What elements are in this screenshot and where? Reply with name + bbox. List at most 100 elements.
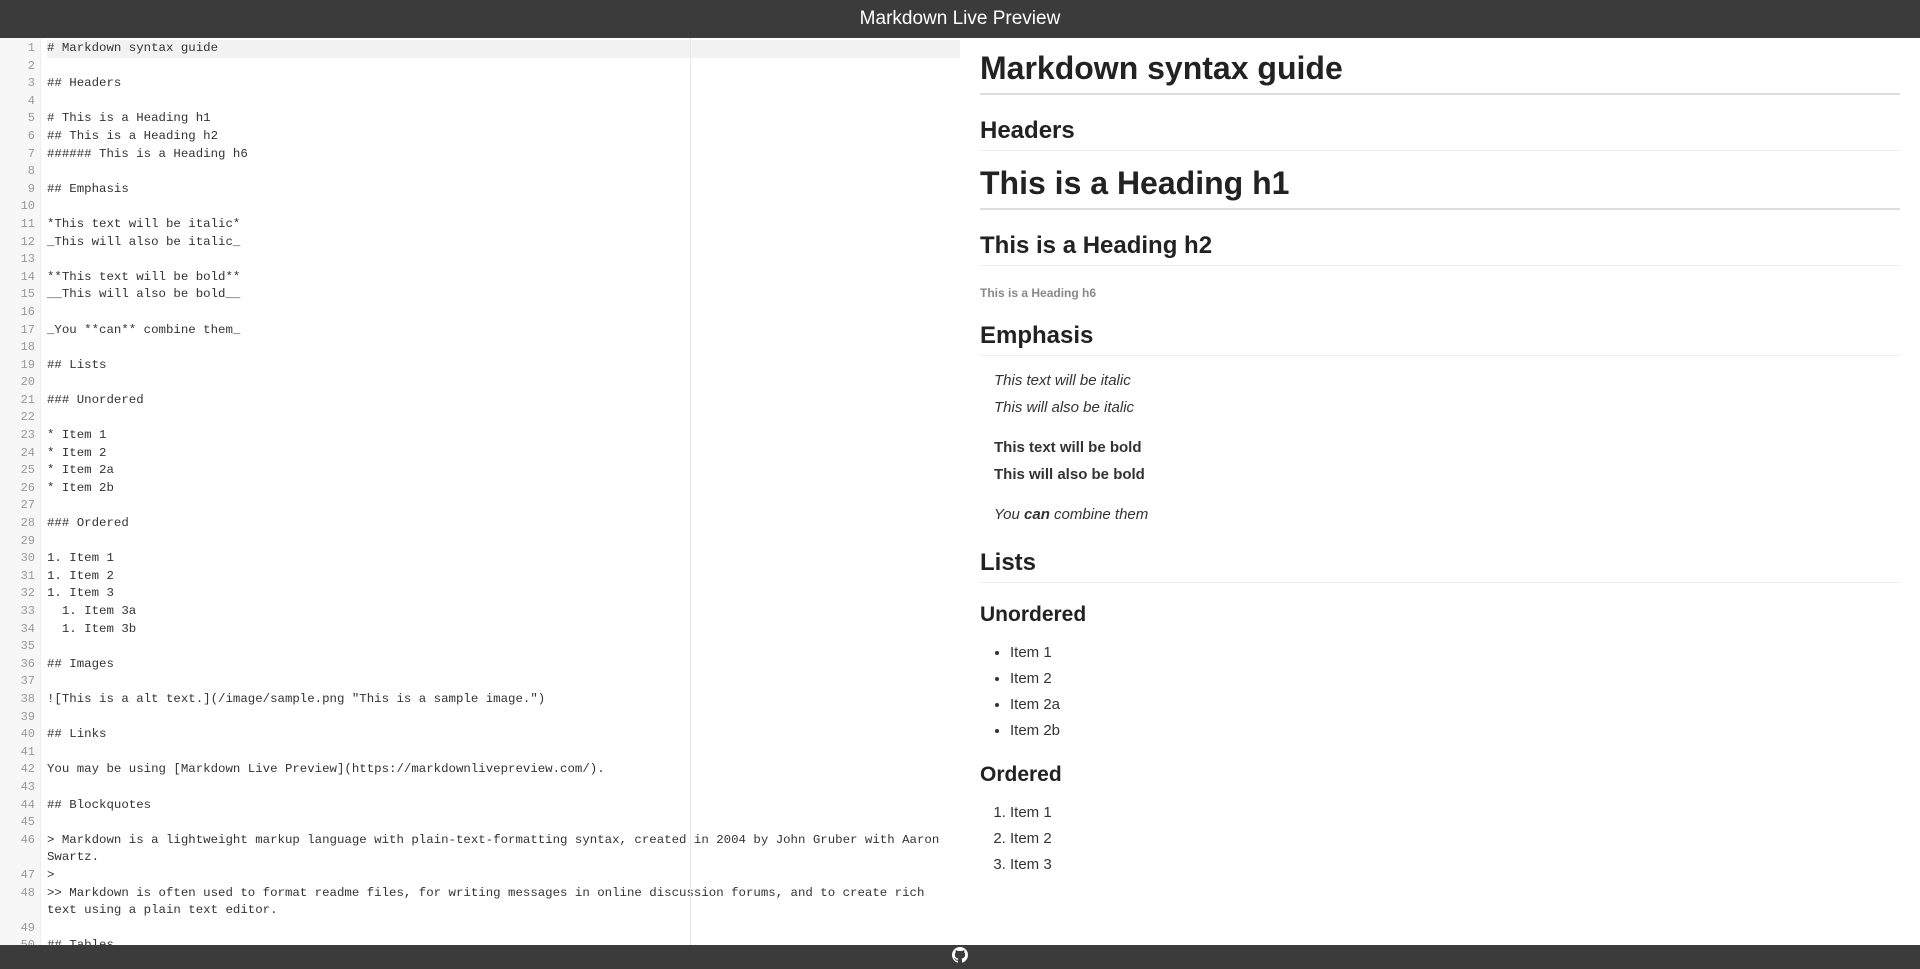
preview-h1-main: Markdown syntax guide	[980, 50, 1900, 95]
gutter-line-number: 13	[0, 251, 35, 269]
gutter-line-number: 46	[0, 832, 35, 867]
editor-line[interactable]: __This will also be bold__	[47, 286, 960, 304]
editor-line[interactable]: * Item 1	[47, 427, 960, 445]
editor-line[interactable]	[47, 814, 960, 832]
editor-line[interactable]: 1. Item 1	[47, 550, 960, 568]
gutter-line-number: 47	[0, 867, 35, 885]
preview-h2-heading: This is a Heading h2	[980, 232, 1900, 266]
gutter-line-number: 34	[0, 621, 35, 639]
emphasis-block-italic: This text will be italic This will also …	[994, 370, 1900, 419]
editor-line[interactable]: *This text will be italic*	[47, 216, 960, 234]
combine-post: combine them	[1050, 506, 1148, 523]
gutter-line-number: 31	[0, 568, 35, 586]
gutter-line-number: 33	[0, 603, 35, 621]
editor-line[interactable]: **This text will be bold**	[47, 269, 960, 287]
list-item: Item 2b	[1010, 719, 1900, 742]
editor-line[interactable]: ## Tables	[47, 937, 960, 945]
editor-line[interactable]	[47, 198, 960, 216]
gutter-line-number: 29	[0, 533, 35, 551]
editor-line[interactable]	[47, 339, 960, 357]
editor-line[interactable]: ## This is a Heading h2	[47, 128, 960, 146]
gutter-line-number: 9	[0, 181, 35, 199]
editor-line[interactable]	[47, 533, 960, 551]
editor-line[interactable]: ## Lists	[47, 357, 960, 375]
editor-line[interactable]: ## Headers	[47, 75, 960, 93]
editor-line[interactable]: 1. Item 2	[47, 568, 960, 586]
preview-pane[interactable]: Markdown syntax guide Headers This is a …	[960, 38, 1920, 945]
gutter-line-number: 16	[0, 304, 35, 322]
editor-line[interactable]: ## Images	[47, 656, 960, 674]
editor-line[interactable]: ## Blockquotes	[47, 797, 960, 815]
editor-line[interactable]: ![This is a alt text.](/image/sample.png…	[47, 691, 960, 709]
gutter-line-number: 24	[0, 445, 35, 463]
editor-line[interactable]: _This will also be italic_	[47, 234, 960, 252]
gutter-line-number: 17	[0, 322, 35, 340]
editor-line[interactable]: >	[47, 867, 960, 885]
markdown-editor[interactable]: # Markdown syntax guide ## Headers # This …	[41, 38, 960, 945]
gutter-line-number: 48	[0, 885, 35, 920]
gutter-line-number: 10	[0, 198, 35, 216]
editor-line[interactable]	[47, 93, 960, 111]
ordered-list: Item 1Item 2Item 3	[1010, 801, 1900, 877]
bold-text-2: This will also be bold	[994, 466, 1145, 483]
editor-line[interactable]	[47, 163, 960, 181]
gutter-line-number: 25	[0, 462, 35, 480]
combine-pre: You	[994, 506, 1024, 523]
gutter-line-number: 43	[0, 779, 35, 797]
github-icon[interactable]	[952, 947, 968, 968]
editor-line[interactable]: 1. Item 3a	[47, 603, 960, 621]
editor-line[interactable]	[47, 409, 960, 427]
gutter-line-number: 21	[0, 392, 35, 410]
editor-line[interactable]: 1. Item 3	[47, 585, 960, 603]
editor-line[interactable]	[47, 920, 960, 938]
editor-line[interactable]: ### Ordered	[47, 515, 960, 533]
editor-line[interactable]: # This is a Heading h1	[47, 110, 960, 128]
gutter-line-number: 12	[0, 234, 35, 252]
app-title: Markdown Live Preview	[860, 8, 1061, 30]
editor-line[interactable]	[47, 58, 960, 76]
editor-line[interactable]	[47, 304, 960, 322]
gutter-line-number: 36	[0, 656, 35, 674]
gutter-line-number: 27	[0, 497, 35, 515]
editor-line[interactable]: ### Unordered	[47, 392, 960, 410]
gutter-line-number: 44	[0, 797, 35, 815]
app-header: Markdown Live Preview	[0, 0, 1920, 38]
gutter-line-number: 35	[0, 638, 35, 656]
editor-line[interactable]: # Markdown syntax guide	[47, 40, 960, 58]
gutter-line-number: 45	[0, 814, 35, 832]
editor-line[interactable]: * Item 2	[47, 445, 960, 463]
editor-line[interactable]	[47, 497, 960, 515]
editor-line[interactable]: * Item 2a	[47, 462, 960, 480]
editor-line[interactable]	[47, 673, 960, 691]
bold-text-1: This text will be bold	[994, 439, 1142, 456]
list-item: Item 2	[1010, 827, 1900, 850]
editor-line[interactable]: >> Markdown is often used to format read…	[47, 885, 960, 920]
editor-line[interactable]	[47, 374, 960, 392]
combine-text: You can combine them	[994, 506, 1148, 523]
editor-line[interactable]: You may be using [Markdown Live Preview]…	[47, 761, 960, 779]
editor-line[interactable]	[47, 744, 960, 762]
gutter-line-number: 42	[0, 761, 35, 779]
editor-line[interactable]: * Item 2b	[47, 480, 960, 498]
gutter-line-number: 41	[0, 744, 35, 762]
editor-line[interactable]: ## Links	[47, 726, 960, 744]
preview-h3-unordered: Unordered	[980, 603, 1900, 627]
editor-line[interactable]	[47, 709, 960, 727]
editor-line[interactable]	[47, 251, 960, 269]
gutter-line-number: 32	[0, 585, 35, 603]
preview-h1-heading: This is a Heading h1	[980, 165, 1900, 210]
gutter-line-number: 7	[0, 146, 35, 164]
gutter-line-number: 11	[0, 216, 35, 234]
editor-line[interactable]	[47, 638, 960, 656]
editor-line[interactable]: _You **can** combine them_	[47, 322, 960, 340]
editor-line[interactable]: > Markdown is a lightweight markup langu…	[47, 832, 960, 867]
list-item: Item 1	[1010, 641, 1900, 664]
editor-line[interactable]	[47, 779, 960, 797]
editor-line[interactable]: ###### This is a Heading h6	[47, 146, 960, 164]
list-item: Item 3	[1010, 853, 1900, 876]
editor-line[interactable]: 1. Item 3b	[47, 621, 960, 639]
editor-pane: 1234567891011121314151617181920212223242…	[0, 38, 960, 945]
editor-line[interactable]: ## Emphasis	[47, 181, 960, 199]
editor-gutter: 1234567891011121314151617181920212223242…	[0, 38, 41, 945]
main-split: 1234567891011121314151617181920212223242…	[0, 38, 1920, 945]
